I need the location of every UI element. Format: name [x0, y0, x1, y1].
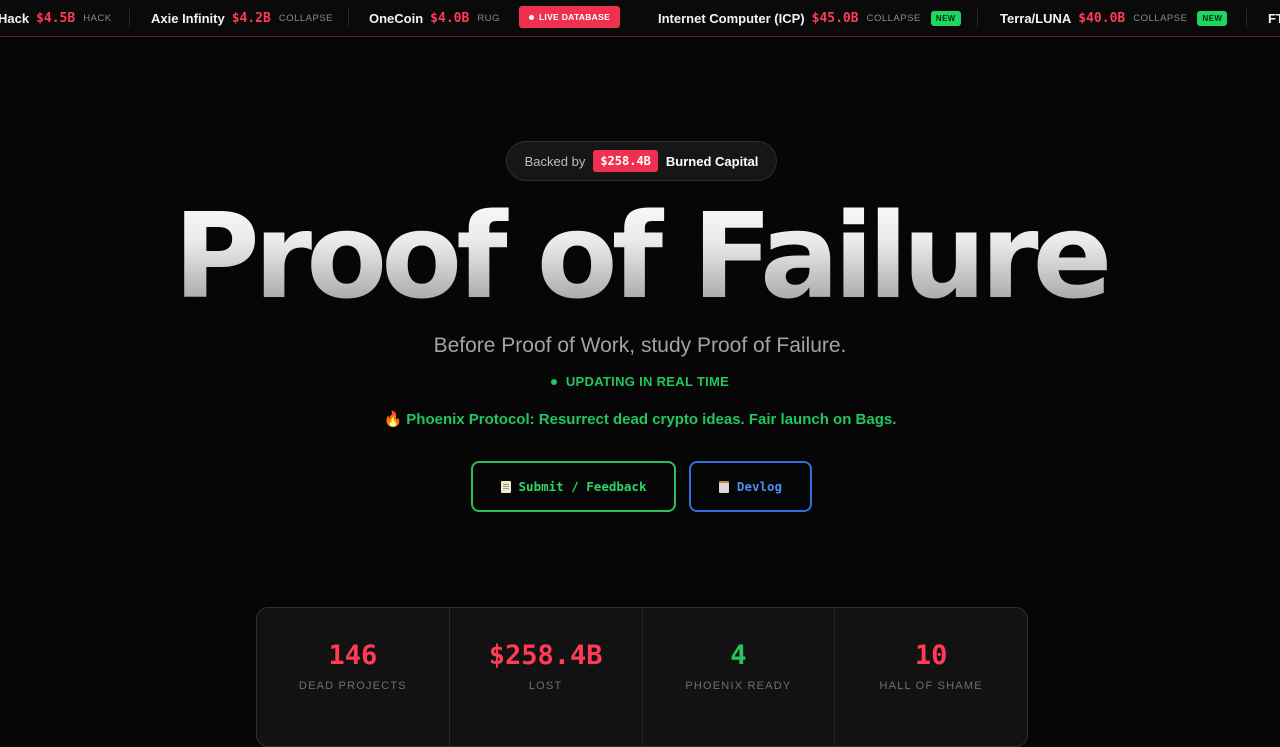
stat-hall-of-shame: 10 HALL OF SHAME — [835, 608, 1027, 746]
ticker-item[interactable]: Hack $4.5B HACK — [0, 0, 112, 36]
ticker-item[interactable]: Internet Computer (ICP) $45.0B COLLAPSE … — [658, 0, 961, 36]
ticker-item-amount: $4.5B — [36, 10, 76, 26]
burned-capital-amount: $258.4B — [593, 150, 658, 172]
devlog-button[interactable]: Devlog — [689, 461, 812, 512]
ticker-item[interactable]: Terra/LUNA $40.0B COLLAPSE NEW — [1000, 0, 1228, 36]
live-dot-icon — [528, 14, 534, 20]
ticker-item-type: HACK — [83, 12, 112, 24]
backed-by-pill: Backed by $258.4B Burned Capital — [506, 141, 777, 181]
ticker-item-name: Terra/LUNA — [1000, 10, 1072, 26]
clipboard-icon — [718, 480, 729, 493]
ticker-item-amount: $4.2B — [231, 10, 271, 26]
stat-label: DEAD PROJECTS — [298, 680, 407, 692]
stat-value: $258.4B — [488, 640, 603, 671]
ticker-bar: Hack $4.5B HACK Axie Infinity $4.2B COLL… — [0, 0, 1280, 37]
ticker-item-type: COLLAPSE — [1133, 12, 1188, 24]
submit-feedback-label: Submit / Feedback — [518, 479, 647, 494]
ticker-item-amount: $40.0B — [1078, 10, 1126, 26]
submit-feedback-button[interactable]: Submit / Feedback — [471, 461, 676, 512]
stat-label: HALL OF SHAME — [879, 680, 983, 692]
ticker-item-name: Internet Computer (ICP) — [658, 10, 805, 26]
new-badge: NEW — [1197, 10, 1228, 26]
hero-title: Proof of Failure — [0, 186, 1280, 326]
stat-phoenix-ready: 4 PHOENIX READY — [643, 608, 836, 746]
fire-icon: 🔥 — [383, 411, 403, 428]
ticker-divider — [977, 9, 978, 27]
ticker-item-type: COLLAPSE — [278, 12, 333, 24]
ticker-item-amount: $45.0B — [811, 10, 859, 26]
stat-dead-projects: 146 DEAD PROJECTS — [257, 608, 450, 746]
stat-value: 4 — [730, 640, 747, 671]
devlog-label: Devlog — [736, 479, 783, 494]
live-database-badge: LIVE DATABASE — [519, 6, 620, 28]
burned-capital-label: Burned Capital — [665, 153, 759, 169]
ticker-divider — [1246, 9, 1247, 27]
ticker-item-type: COLLAPSE — [866, 12, 921, 24]
live-database-label: LIVE DATABASE — [538, 12, 611, 22]
realtime-status: UPDATING IN REAL TIME — [0, 374, 1280, 389]
ticker-item-name: FT — [1268, 10, 1280, 26]
status-dot-icon — [550, 378, 557, 385]
hero-subtitle: Before Proof of Work, study Proof of Fai… — [433, 334, 847, 357]
ticker-item[interactable]: OneCoin $4.0B RUG — [369, 0, 500, 36]
ticker-item[interactable]: FT — [1268, 0, 1280, 36]
ticker-item-name: Axie Infinity — [151, 10, 225, 26]
ticker-item[interactable]: Axie Infinity $4.2B COLLAPSE — [151, 0, 333, 36]
stats-panel: 146 DEAD PROJECTS $258.4B LOST 4 PHOENIX… — [256, 607, 1028, 747]
phoenix-announcement: 🔥 Phoenix Protocol: Resurrect dead crypto… — [0, 410, 1280, 428]
memo-icon — [500, 480, 511, 493]
ticker-item-name: OneCoin — [369, 10, 424, 26]
stat-value: 146 — [328, 640, 378, 671]
ticker-item-name: Hack — [0, 10, 30, 26]
stat-value: 10 — [914, 640, 948, 671]
ticker-item-type: RUG — [477, 12, 500, 24]
phoenix-announcement-text: Phoenix Protocol: Resurrect dead crypto … — [406, 411, 897, 428]
ticker-divider — [348, 9, 349, 27]
realtime-status-label: UPDATING IN REAL TIME — [565, 374, 730, 389]
ticker-item-amount: $4.0B — [430, 10, 470, 26]
new-badge: NEW — [930, 10, 961, 26]
stat-label: LOST — [528, 680, 563, 692]
backed-by-label: Backed by — [524, 153, 586, 169]
stat-lost: $258.4B LOST — [450, 608, 643, 746]
ticker-divider — [129, 9, 130, 27]
stat-label: PHOENIX READY — [685, 680, 792, 692]
